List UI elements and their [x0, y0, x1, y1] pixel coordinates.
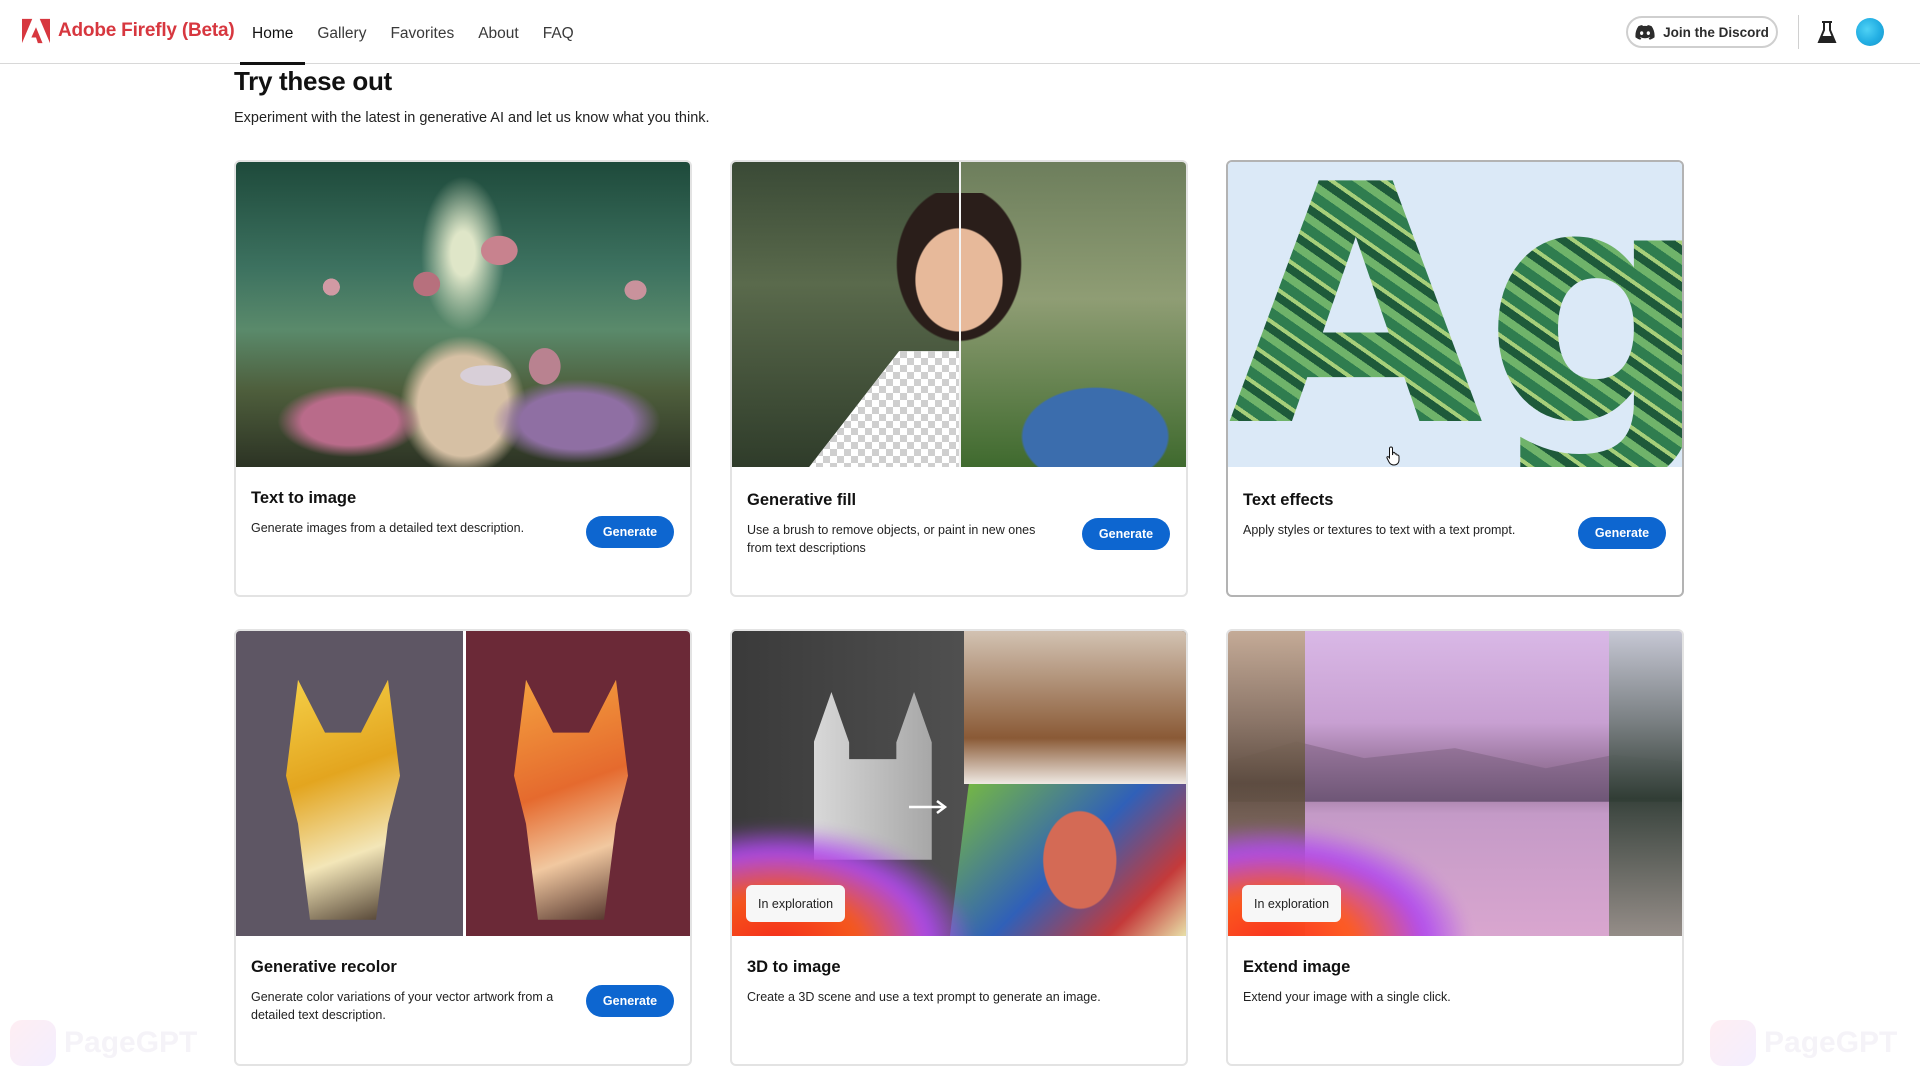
nav-home[interactable]: Home: [240, 0, 306, 65]
watermark: PageGPT: [10, 1020, 197, 1066]
card-description: Use a brush to remove objects, or paint …: [747, 523, 1036, 555]
card-title: Text effects: [1243, 491, 1334, 509]
painted-castle-result: [949, 783, 1186, 936]
join-discord-label: Join the Discord: [1663, 24, 1769, 40]
brand-name: Adobe Firefly (Beta): [58, 20, 235, 41]
discord-icon: [1635, 24, 1655, 40]
flask-icon[interactable]: [1816, 20, 1838, 44]
watermark-text: PageGPT: [1764, 1026, 1898, 1059]
main-nav: Home Gallery Favorites About FAQ: [240, 0, 586, 65]
card-extend-image[interactable]: In exploration Extend image Extend your …: [1226, 629, 1684, 1066]
in-exploration-badge: In exploration: [746, 885, 846, 922]
card-image-extend-image: In exploration: [1228, 631, 1682, 936]
generate-button-generative-fill[interactable]: Generate: [1082, 518, 1170, 550]
page-title: Try these out: [234, 66, 392, 96]
card-image-text-to-image: [236, 162, 690, 467]
card-description: Extend your image with a single click.: [1243, 990, 1451, 1004]
card-generative-recolor[interactable]: Generative recolor Generate color variat…: [234, 629, 692, 1066]
card-body: Generative recolor Generate color variat…: [236, 936, 690, 1064]
nav-faq[interactable]: FAQ: [531, 0, 586, 64]
card-title: Text to image: [251, 489, 357, 507]
card-description: Create a 3D scene and use a text prompt …: [747, 990, 1101, 1004]
card-image-3d-to-image: In exploration: [732, 631, 1186, 936]
header-divider: [1798, 15, 1799, 49]
watermark-logo-icon: [1710, 1020, 1756, 1066]
card-description: Generate color variations of your vector…: [251, 990, 554, 1022]
user-avatar[interactable]: [1856, 18, 1884, 46]
page-subtitle: Experiment with the latest in generative…: [234, 110, 710, 126]
watermark-logo-icon: [10, 1020, 56, 1066]
card-title: Generative recolor: [251, 958, 397, 976]
card-image-text-effects: Ag: [1228, 162, 1682, 467]
nav-gallery[interactable]: Gallery: [305, 0, 378, 64]
card-image-generative-recolor: [236, 631, 690, 936]
card-body: 3D to image Create a 3D scene and use a …: [732, 936, 1186, 1064]
original-right-edge: [1609, 631, 1682, 936]
adobe-logo-icon: [22, 18, 50, 44]
arrow-right-icon: [909, 799, 948, 814]
watermark: PageGPT: [1710, 1020, 1897, 1066]
hand-cursor-icon: [1386, 446, 1400, 466]
generate-button-generative-recolor[interactable]: Generate: [586, 985, 674, 1017]
brand[interactable]: Adobe Firefly (Beta): [22, 18, 235, 44]
card-generative-fill[interactable]: Generative fill Use a brush to remove ob…: [730, 160, 1188, 597]
card-image-generative-fill: [732, 162, 1186, 467]
card-title: Extend image: [1243, 958, 1351, 976]
card-title: Generative fill: [747, 491, 857, 509]
preview-letters: Ag: [1228, 162, 1682, 467]
card-description: Apply styles or textures to text with a …: [1243, 523, 1516, 537]
join-discord-button[interactable]: Join the Discord: [1626, 16, 1778, 48]
card-body: Generative fill Use a brush to remove ob…: [732, 467, 1186, 595]
card-text-effects[interactable]: Ag Text effects Apply styles or textures…: [1226, 160, 1684, 597]
gingerbread-result: [963, 631, 1186, 784]
nav-favorites[interactable]: Favorites: [378, 0, 466, 64]
card-3d-to-image[interactable]: In exploration 3D to image Create a 3D s…: [730, 629, 1188, 1066]
before-after-divider: [959, 162, 961, 467]
watermark-text: PageGPT: [64, 1026, 198, 1059]
generate-button-text-effects[interactable]: Generate: [1578, 517, 1666, 549]
top-nav-bar: Adobe Firefly (Beta) Home Gallery Favori…: [0, 0, 1920, 65]
in-exploration-badge: In exploration: [1242, 885, 1342, 922]
card-title: 3D to image: [747, 958, 841, 976]
card-description: Generate images from a detailed text des…: [251, 521, 525, 535]
card-body: Text effects Apply styles or textures to…: [1228, 467, 1682, 595]
card-text-to-image[interactable]: Text to image Generate images from a det…: [234, 160, 692, 597]
card-body: Extend image Extend your image with a si…: [1228, 936, 1682, 1064]
card-body: Text to image Generate images from a det…: [236, 467, 690, 595]
generate-button-text-to-image[interactable]: Generate: [586, 516, 674, 548]
nav-about[interactable]: About: [466, 0, 531, 64]
